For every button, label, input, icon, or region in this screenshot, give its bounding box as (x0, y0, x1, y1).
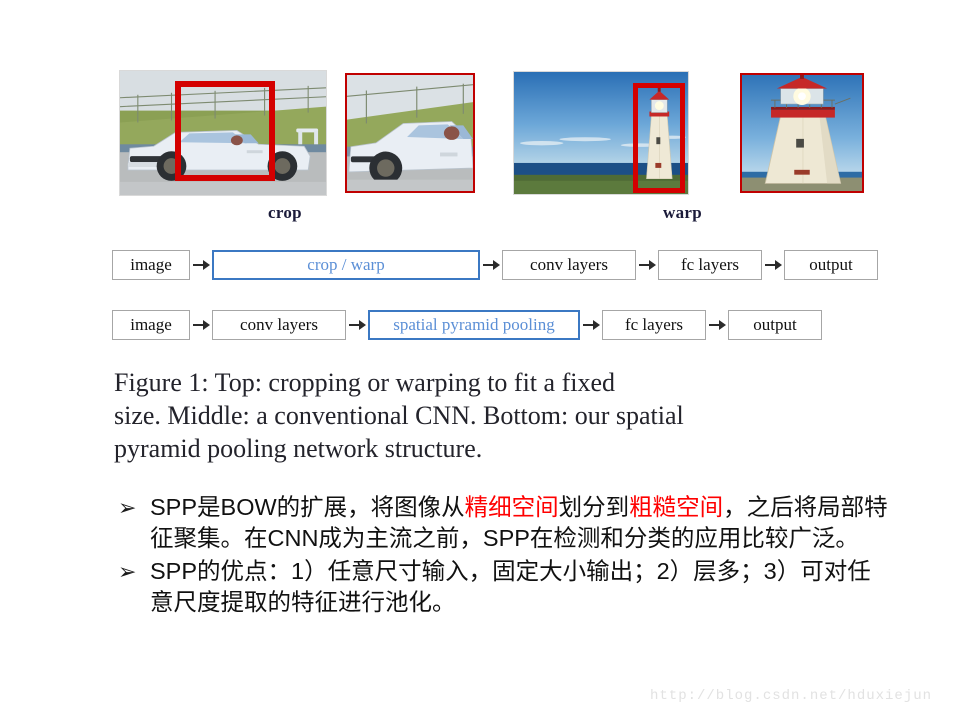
flow-arrow-icon (346, 310, 368, 340)
flow-arrow-icon (480, 250, 502, 280)
flow-node-fc-layers: fc layers (602, 310, 706, 340)
figure-caption: Figure 1: Top: cropping or warping to fi… (114, 366, 874, 465)
flow-arrow-icon (190, 250, 212, 280)
flow-node-conv-layers: conv layers (212, 310, 346, 340)
flow-node-fc-layers: fc layers (658, 250, 762, 280)
flow-arrow-icon (190, 310, 212, 340)
car-cropped-illustration (347, 75, 473, 191)
bullet-text-highlight: 粗糙空间 (629, 494, 724, 520)
warp-caption: warp (663, 203, 702, 222)
crop-caption: crop (268, 203, 302, 222)
flow-node-output: output (728, 310, 822, 340)
flow-arrow-icon (580, 310, 602, 340)
watermark-url: http://blog.csdn.net/hduxiejun (650, 688, 933, 704)
flow-node-image: image (112, 310, 190, 340)
figure-caption-line-3: pyramid pooling network structure. (114, 434, 483, 463)
flow-arrow-icon (762, 250, 784, 280)
bullet-item: ➢ SPP的优点：1）任意尺寸输入，固定大小输出；2）层多；3）可对任意尺度提取的… (118, 556, 888, 618)
flow-arrow-icon (706, 310, 728, 340)
flow-node-spatial-pyramid-pooling: spatial pyramid pooling (368, 310, 580, 340)
bullet-text-segment: SPP是BOW的扩展，将图像从 (150, 494, 465, 520)
flow-node-conv-layers: conv layers (502, 250, 636, 280)
bullet-text-segment: 划分到 (558, 494, 630, 520)
lighthouse-warped-image (740, 73, 864, 193)
bullet-text-segment: SPP的优点：1）任意尺寸输入，固定大小输出；2）层多；3）可对任意尺度提取的特… (150, 558, 871, 615)
warp-annotation-box (633, 83, 685, 193)
flow-node-output: output (784, 250, 878, 280)
flow-arrow-icon (636, 250, 658, 280)
car-source-image (119, 70, 327, 196)
figure-caption-line-2: size. Middle: a conventional CNN. Bottom… (114, 401, 684, 430)
car-cropped-image (345, 73, 475, 193)
bullet-arrow-icon: ➢ (118, 495, 137, 520)
flow-diagram-spp-net: image conv layers spatial pyramid pooling f… (112, 308, 822, 342)
flow-node-crop-warp: crop / warp (212, 250, 480, 280)
lighthouse-source-image (513, 71, 689, 195)
flow-node-image: image (112, 250, 190, 280)
bullet-text-highlight: 精细空间 (464, 494, 559, 520)
crop-annotation-box (175, 81, 275, 181)
lighthouse-warped-illustration (742, 75, 862, 191)
bullet-list: ➢ SPP是BOW的扩展，将图像从精细空间划分到粗糙空间，之后将局部特征聚集。在C… (118, 492, 888, 620)
bullet-arrow-icon: ➢ (118, 559, 137, 584)
figure-caption-line-1: Figure 1: Top: cropping or warping to fi… (114, 368, 615, 397)
flow-diagram-conventional-cnn: image crop / warp conv layers fc layers outp… (112, 248, 878, 282)
bullet-item: ➢ SPP是BOW的扩展，将图像从精细空间划分到粗糙空间，之后将局部特征聚集。在C… (118, 492, 888, 554)
